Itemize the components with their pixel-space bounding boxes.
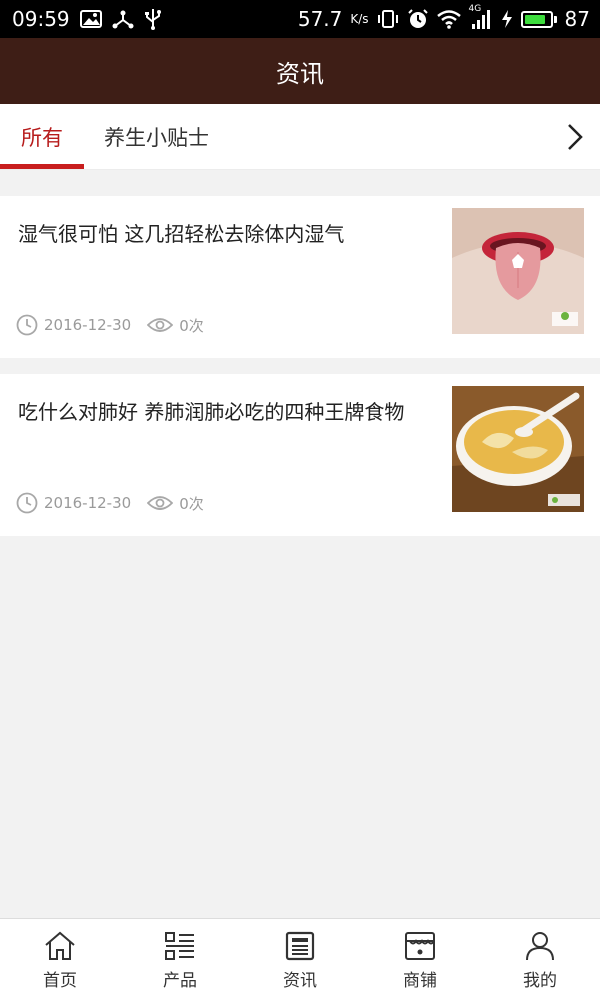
news-thumbnail[interactable] — [452, 208, 584, 334]
news-views: 0次 — [179, 316, 204, 335]
vibrate-icon — [377, 9, 399, 29]
nav-mine[interactable]: 我的 — [480, 919, 600, 1000]
nav-label: 我的 — [523, 971, 557, 991]
tab-label: 所有 — [21, 125, 63, 150]
news-date: 2016-12-30 — [44, 494, 132, 512]
wifi-icon — [436, 9, 461, 29]
status-left: 09:59 — [12, 7, 162, 31]
news-thumbnail[interactable] — [452, 386, 584, 512]
home-icon — [44, 928, 76, 964]
soup-bowl-photo-icon — [452, 386, 584, 512]
status-right: 57.7 K/s 4G 87 — [297, 4, 590, 31]
usb-icon — [144, 8, 162, 30]
network-speed: 57.7 — [297, 7, 343, 31]
eye-icon — [147, 316, 174, 334]
news-title: 湿气很可怕 这几招轻松去除体内湿气 — [18, 222, 345, 246]
status-bar: 09:59 57.7 K/s 4G 87 — [0, 0, 600, 38]
nav-news[interactable]: 资讯 — [240, 919, 360, 1000]
nav-label: 商铺 — [403, 971, 437, 991]
list-item[interactable]: 湿气很可怕 这几招轻松去除体内湿气 2016-12-30 0次 — [0, 196, 600, 358]
network-speed-unit: K/s — [350, 12, 369, 26]
network-type: 4G — [468, 4, 482, 14]
news-date: 2016-12-30 — [44, 316, 132, 334]
nav-label: 首页 — [43, 971, 77, 991]
news-views: 0次 — [179, 494, 204, 513]
nav-store[interactable]: 商铺 — [360, 919, 480, 1000]
share-node-icon — [112, 9, 134, 29]
gallery-icon — [79, 10, 102, 28]
tab-health-tips[interactable]: 养生小贴士 — [84, 104, 209, 169]
list-item[interactable]: 吃什么对肺好 养肺润肺必吃的四种王牌食物 2016-12-30 0次 — [0, 374, 600, 536]
news-meta: 2016-12-30 0次 — [16, 314, 204, 336]
tab-label: 养生小贴士 — [104, 125, 209, 150]
news-meta: 2016-12-30 0次 — [16, 492, 204, 514]
store-icon — [404, 928, 436, 964]
news-icon — [284, 928, 316, 964]
battery-icon — [520, 10, 557, 28]
clock-icon — [16, 492, 38, 514]
battery-percent: 87 — [564, 7, 590, 31]
signal-icon: 4G — [469, 4, 493, 30]
status-time: 09:59 — [12, 7, 70, 31]
bottom-nav: 首页 产品 资讯 商铺 我的 — [0, 918, 600, 1000]
nav-label: 资讯 — [283, 971, 317, 991]
grid-list-icon — [164, 928, 196, 964]
alarm-icon — [407, 8, 429, 30]
charging-icon — [501, 9, 513, 29]
news-list: 湿气很可怕 这几招轻松去除体内湿气 2016-12-30 0次 吃什么对肺好 养… — [0, 196, 600, 552]
nav-products[interactable]: 产品 — [120, 919, 240, 1000]
app-header: 资讯 — [0, 38, 600, 104]
tab-all[interactable]: 所有 — [0, 104, 84, 169]
nav-home[interactable]: 首页 — [0, 919, 120, 1000]
page-title: 资讯 — [276, 59, 324, 88]
clock-icon — [16, 314, 38, 336]
user-icon — [524, 928, 556, 964]
news-title: 吃什么对肺好 养肺润肺必吃的四种王牌食物 — [18, 400, 405, 424]
battery-fill — [524, 14, 546, 24]
tongue-photo-icon — [452, 208, 584, 334]
eye-icon — [147, 494, 174, 512]
nav-label: 产品 — [163, 971, 197, 991]
category-tabs: 所有 养生小贴士 — [0, 104, 600, 170]
chevron-right-icon[interactable] — [560, 118, 590, 156]
